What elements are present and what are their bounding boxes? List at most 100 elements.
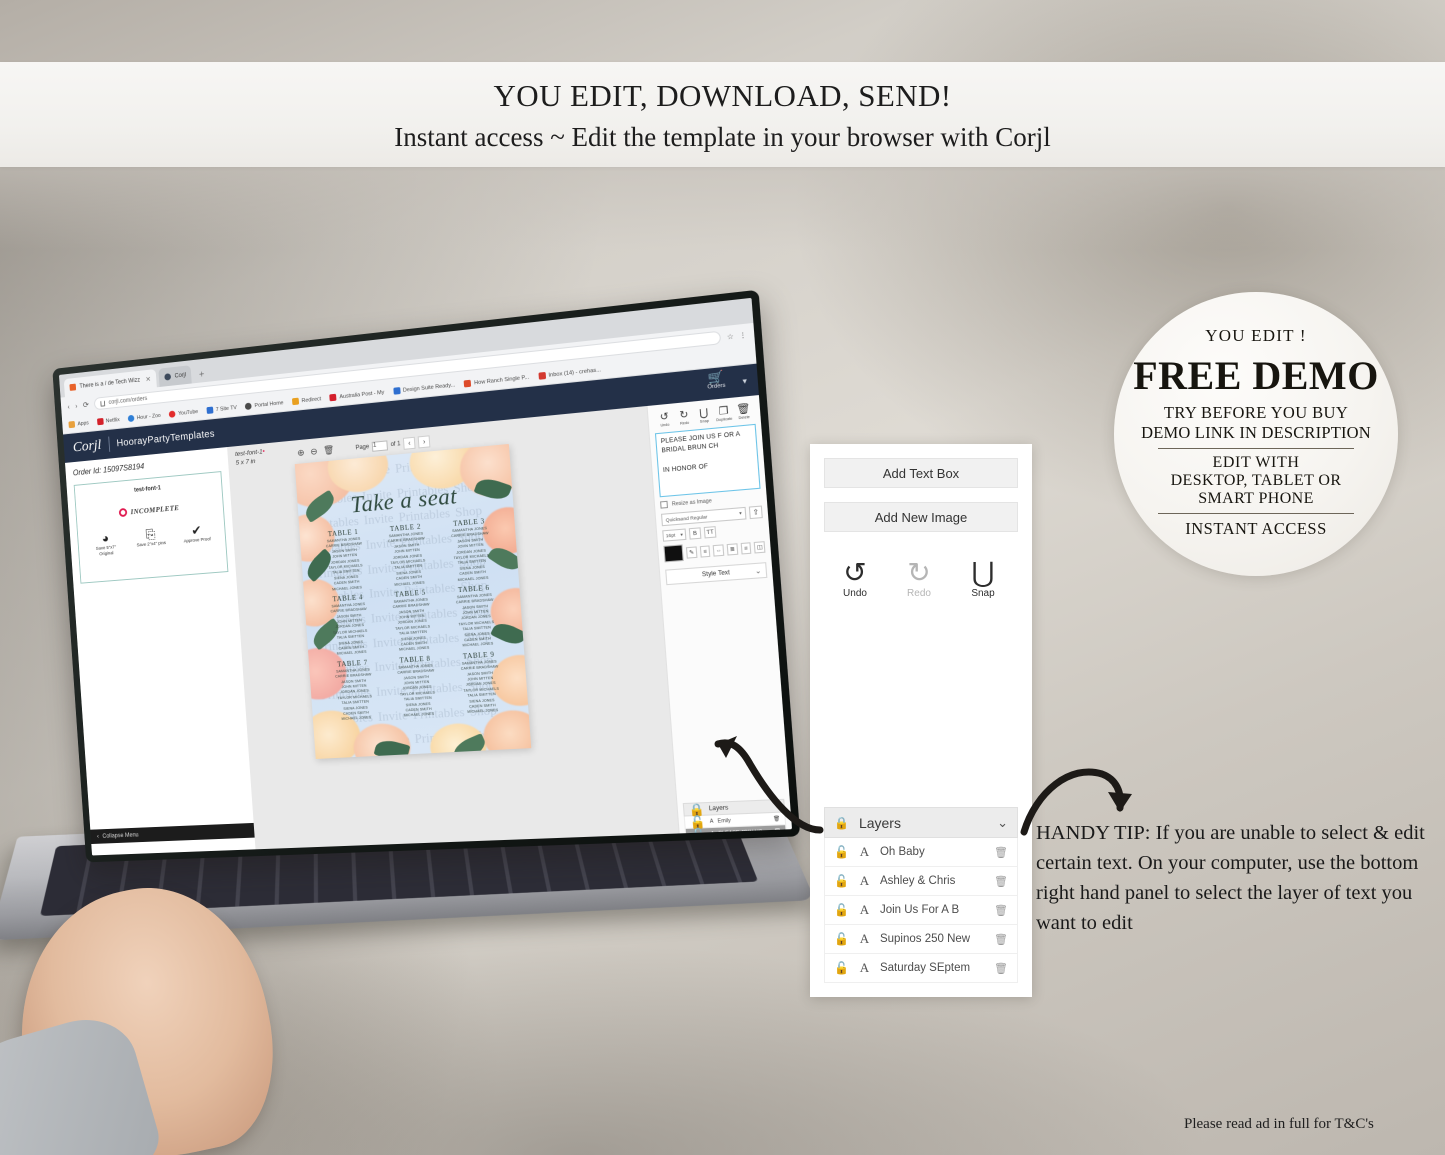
status-badge: INCOMPLETE — [80, 500, 219, 521]
redo-button[interactable]: ↻ Redo — [674, 409, 694, 426]
text-A-icon: A — [859, 902, 870, 918]
layer-row[interactable]: 🔓 A Supinos 250 New 🗑 — [824, 925, 1018, 954]
zoom-in-icon[interactable]: ⊕ — [297, 447, 305, 458]
bookmark-item[interactable]: Australia Post - My — [330, 389, 385, 402]
add-new-image-button[interactable]: Add New Image — [824, 502, 1018, 532]
forward-icon[interactable]: › — [75, 402, 78, 411]
eyedropper-icon[interactable]: ✎ — [686, 546, 697, 558]
layer-row[interactable]: 🔓 A Ashley & Chris 🗑 — [824, 867, 1018, 896]
bookmark-icon — [169, 410, 176, 417]
checkbox-icon — [660, 501, 668, 509]
italic-button[interactable]: TT — [704, 526, 717, 538]
line-height-button[interactable]: ≡ — [700, 545, 711, 557]
bold-button[interactable]: B — [689, 527, 702, 539]
font-family-select[interactable]: Quicksand Regular ▾ — [661, 507, 747, 526]
tab-close-icon[interactable]: ✕ — [145, 375, 151, 383]
zoom-out-icon[interactable]: ⊖ — [310, 446, 318, 458]
template-thumbnail-card[interactable]: test-font-1 INCOMPLETE ◕ Save 5"x7" Orig… — [74, 471, 229, 584]
prev-page-button[interactable]: ‹ — [403, 436, 416, 449]
browser-menu-icon[interactable]: ⋮ — [739, 331, 747, 340]
bookmark-star-icon[interactable]: ☆ — [727, 332, 734, 341]
trash-icon[interactable]: 🗑 — [994, 875, 1008, 888]
bookmark-item[interactable]: Hour - Zoo — [128, 412, 162, 422]
text-content-input[interactable]: PLEASE JOIN US F OR A BRIDAL BRUN CH IN … — [655, 424, 761, 497]
delete-button[interactable]: 🗑 Delete — [733, 403, 754, 421]
canvas-doc-info: test-font-1• 5 x 7 in — [235, 448, 266, 467]
bookmark-item[interactable]: Apps — [68, 419, 89, 428]
back-icon[interactable]: ‹ — [67, 402, 70, 411]
trash-icon[interactable]: 🗑 — [994, 933, 1008, 946]
approve-proof-button[interactable]: ✔ Approve Proof — [180, 523, 213, 550]
callout-tool-row: ↺ Undo ↻ Redo ⋃ Snap — [810, 532, 1032, 599]
add-text-box-button[interactable]: Add Text Box — [824, 458, 1018, 488]
layer-row[interactable]: 🔓 A Oh Baby 🗑 — [824, 838, 1018, 867]
corjl-logo[interactable]: Corjl — [72, 437, 101, 456]
bookmark-item[interactable]: 7 Site TV — [206, 404, 237, 414]
layers-header[interactable]: 🔒 Layers ⌄ — [824, 807, 1018, 838]
seating-chart-canvas[interactable]: Printables Invite Printables Shop Printa… — [295, 444, 532, 759]
lock-open-icon[interactable]: 🔓 — [834, 961, 849, 975]
snap-button[interactable]: ⋃ Snap — [694, 407, 714, 424]
text-color-swatch[interactable] — [663, 544, 684, 562]
undo-button[interactable]: ↺ Undo — [654, 411, 674, 428]
laptop-photo: MacBook Pro There is a / de Tech Wizz ✕ … — [28, 330, 798, 980]
bookmark-item[interactable]: Inbox (14) - crehas... — [538, 366, 601, 380]
duplicate-button[interactable]: ❐ Duplicate — [714, 405, 735, 422]
lock-open-icon[interactable]: 🔓 — [834, 903, 849, 917]
lock-open-icon[interactable]: 🔓 — [834, 932, 849, 946]
new-tab-button[interactable]: + — [194, 369, 209, 383]
curve-text-button[interactable]: ◫ — [754, 541, 765, 553]
favicon-icon — [69, 384, 76, 391]
table-guests: SAMANTHA JONES CARRIE BRADSHAW JASON SMI… — [314, 536, 378, 594]
color-and-align-row: ✎ ≡ ⇔ ≣ ≡ ◫ — [663, 538, 765, 562]
collapse-menu-button[interactable]: ‹ Collapse Menu — [90, 823, 254, 844]
font-upload-button[interactable]: ⇪ — [749, 506, 763, 520]
table-block: TABLE 5 SAMANTHA JONES CARRIE BRADSHAW JA… — [380, 587, 446, 654]
trash-icon[interactable]: 🗑 — [994, 904, 1008, 917]
lock-open-icon[interactable]: 🔓 — [834, 874, 849, 888]
reload-icon[interactable]: ⟳ — [83, 400, 90, 409]
undo-button[interactable]: ↺ Undo — [834, 558, 876, 599]
trash-icon[interactable]: 🗑 — [994, 962, 1008, 975]
chevron-down-icon[interactable]: ⌄ — [997, 815, 1008, 831]
lock-open-icon[interactable]: 🔓 — [834, 845, 849, 859]
trash-icon[interactable]: 🗑 — [323, 445, 335, 457]
trash-icon[interactable]: 🗑 — [994, 846, 1008, 859]
layer-row[interactable]: 🔓 A Join Us For A B 🗑 — [824, 896, 1018, 925]
align-center-button[interactable]: ≡ — [740, 542, 751, 554]
layers-header-label: Layers — [859, 815, 901, 831]
table-guests: SAMANTHA JONES CARRIE BRADSHAW JASON SMI… — [380, 596, 445, 654]
browser-tab-corjl[interactable]: Corjl — [158, 365, 192, 387]
font-size-select[interactable]: 16pt ▾ — [662, 528, 686, 541]
style-text-accordion[interactable]: Style Text ⌄ — [665, 562, 767, 585]
shop-name: HoorayPartyTemplates — [116, 428, 215, 448]
bookmark-item[interactable]: Netflix — [97, 416, 120, 425]
bookmark-item[interactable]: Design Suite Ready... — [393, 381, 456, 394]
save-pins-button[interactable]: ⎘ Save 2"x4" pins — [135, 527, 168, 554]
align-left-button[interactable]: ≣ — [727, 543, 738, 555]
bookmark-item[interactable]: How Ranch Single P... — [464, 374, 529, 388]
save-original-button[interactable]: ◕ Save 5"x7" Original — [90, 531, 122, 558]
badge-demo-link: DEMO LINK IN DESCRIPTION — [1114, 423, 1398, 443]
chevron-down-icon[interactable]: ▾ — [742, 376, 747, 386]
bookmark-icon — [393, 387, 400, 395]
orders-button[interactable]: 🛒 Orders — [706, 370, 725, 391]
letter-spacing-button[interactable]: ⇔ — [713, 544, 724, 556]
chevron-down-icon: ⌄ — [755, 566, 762, 575]
bookmark-icon — [206, 407, 213, 414]
table-guests: SAMANTHA JONES CARRIE BRADSHAW JASON SMI… — [443, 592, 509, 651]
redo-button[interactable]: ↻ Redo — [898, 558, 940, 599]
page-input[interactable]: 1 — [372, 440, 388, 451]
bookmark-item[interactable]: Portal Home — [245, 399, 284, 410]
table-guests: SAMANTHA JONES CARRIE BRADSHAW JASON SMI… — [375, 530, 440, 589]
arrow-to-laptop-icon — [688, 726, 828, 841]
layer-row[interactable]: 🔓 A Saturday SEptem 🗑 — [824, 954, 1018, 983]
badge-try-before: TRY BEFORE YOU BUY — [1114, 403, 1398, 423]
canvas-doc-name: test-font-1 — [235, 449, 263, 458]
next-page-button[interactable]: › — [418, 435, 431, 448]
lock-closed-icon: 🔒 — [834, 816, 849, 830]
bookmark-item[interactable]: Redirect — [292, 395, 322, 405]
table-guests: SAMANTHA JONES CARRIE BRADSHAW JASON SMI… — [385, 662, 450, 720]
bookmark-item[interactable]: YouTube — [169, 408, 199, 418]
snap-button[interactable]: ⋃ Snap — [962, 558, 1004, 599]
